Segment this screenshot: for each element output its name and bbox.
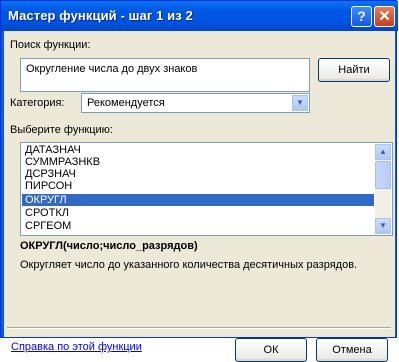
- category-label: Категория:: [10, 97, 65, 109]
- function-signature: ОКРУГЛ(число;число_разрядов): [20, 240, 198, 252]
- window-title: Мастер функций - шаг 1 из 2: [8, 8, 193, 23]
- list-item[interactable]: СРОТКЛ: [22, 207, 374, 219]
- find-button[interactable]: Найти: [318, 58, 390, 82]
- close-button[interactable]: ✕: [374, 6, 395, 27]
- scroll-down-icon[interactable]: ▼: [375, 218, 391, 234]
- list-item-selected[interactable]: ОКРУГЛ: [22, 194, 374, 206]
- list-item[interactable]: СУММРАЗНКВ: [22, 156, 374, 168]
- footer-divider: [7, 327, 391, 329]
- help-link[interactable]: Справка по этой функции: [11, 341, 142, 353]
- search-input[interactable]: Округление числа до двух знаков: [20, 58, 310, 92]
- category-select[interactable]: Рекомендуется ▼: [81, 93, 310, 113]
- dialog-window: Мастер функций - шаг 1 из 2 ? ✕ Поиск фу…: [0, 0, 398, 362]
- scroll-thumb[interactable]: [375, 161, 391, 189]
- search-label: Поиск функции:: [10, 39, 91, 51]
- title-bar[interactable]: Мастер функций - шаг 1 из 2 ? ✕: [1, 1, 398, 31]
- dropdown-arrow-icon[interactable]: ▼: [292, 95, 308, 111]
- category-selected-value: Рекомендуется: [87, 97, 165, 109]
- scroll-up-icon[interactable]: ▲: [375, 144, 391, 160]
- cancel-button[interactable]: Отмена: [316, 338, 388, 362]
- function-description: Округляет число до указанного количества…: [20, 259, 358, 271]
- list-scrollbar[interactable]: ▲ ▼: [375, 144, 391, 234]
- help-button[interactable]: ?: [351, 6, 372, 27]
- list-item[interactable]: ДСРЗНАЧ: [22, 168, 374, 180]
- function-listbox[interactable]: ДАТАЗНАЧ СУММРАЗНКВ ДСРЗНАЧ ПИРСОН ОКРУГ…: [20, 142, 393, 236]
- list-item[interactable]: ПИРСОН: [22, 180, 374, 192]
- function-list-label: Выберите функцию:: [10, 124, 113, 136]
- ok-button[interactable]: ОК: [235, 338, 307, 362]
- dialog-body: Поиск функции: Округление числа до двух …: [4, 31, 395, 362]
- list-item[interactable]: СРГЕОМ: [22, 220, 374, 232]
- list-item[interactable]: ДАТАЗНАЧ: [22, 144, 374, 156]
